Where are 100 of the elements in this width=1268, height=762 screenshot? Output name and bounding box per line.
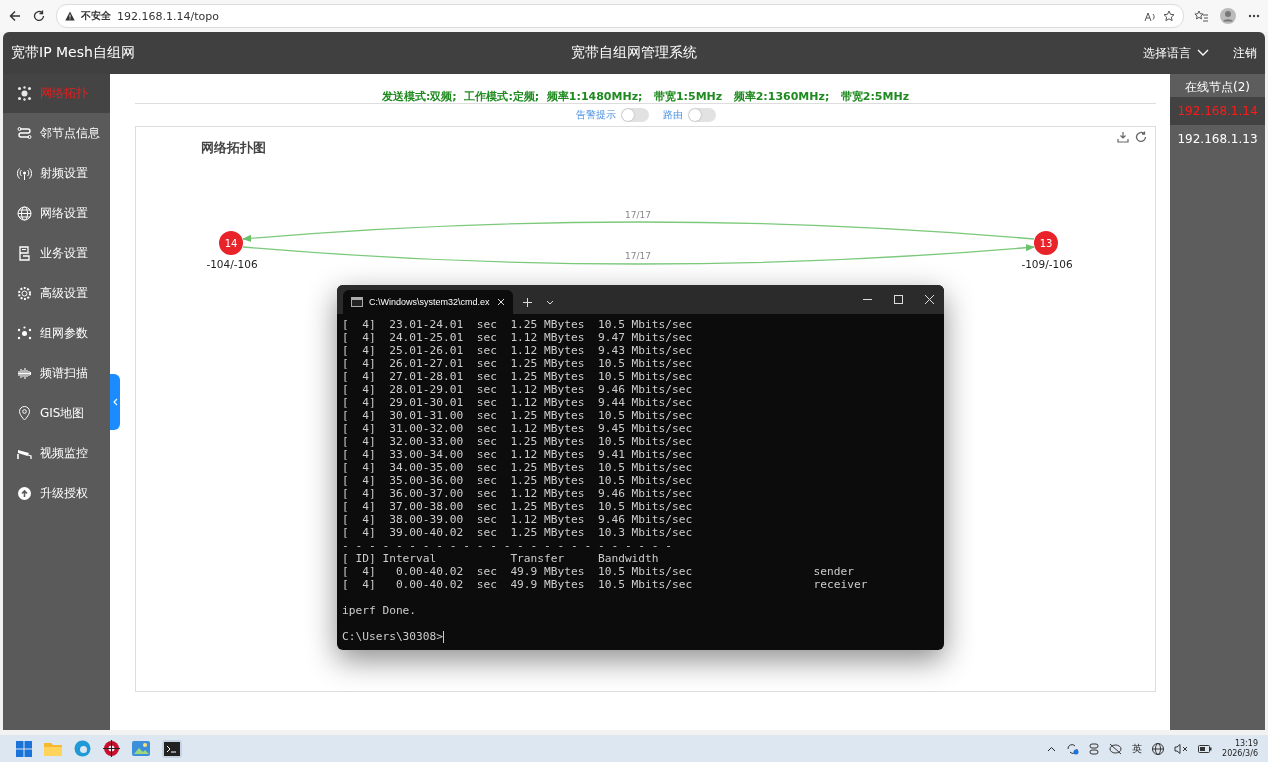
sidebar-item[interactable]: 视频监控 (3, 433, 110, 473)
battery-icon[interactable] (1198, 744, 1213, 753)
close-icon[interactable] (925, 295, 934, 304)
collapse-handle[interactable] (110, 374, 120, 430)
refresh-icon[interactable] (1135, 131, 1147, 143)
sidebar-item[interactable]: GIS地图 (3, 393, 110, 433)
sidebar-item[interactable]: 邻节点信息 (3, 113, 110, 153)
terminal-line: iperf Done. (342, 604, 418, 617)
sidebar-item[interactable]: 业务设置 (3, 233, 110, 273)
start-icon[interactable] (16, 740, 32, 757)
terminal-icon[interactable] (162, 739, 182, 758)
terminal-line: [ 4] 37.00-38.00 sec 1.25 MBytes 10.5 Mbits/sec (342, 500, 694, 513)
network-icon (17, 86, 32, 101)
address-bar[interactable]: 不安全 192.168.1.14/topo (56, 4, 1184, 28)
terminal-line: [ 4] 38.00-39.00 sec 1.12 MBytes 9.46 Mbits/sec (342, 513, 694, 526)
language-menu[interactable]: 选择语言 (1143, 44, 1209, 62)
sidebar-item[interactable]: 射频设置 (3, 153, 110, 193)
clock-date[interactable]: 2026/3/6 (1222, 748, 1258, 759)
muted-speaker-icon[interactable] (1174, 743, 1189, 754)
maximize-icon[interactable] (894, 295, 903, 304)
link-label: 17/17 (625, 210, 651, 220)
sidebar-label: GIS地图 (40, 404, 85, 422)
caret-icon[interactable] (546, 299, 554, 305)
crosshair-icon[interactable] (103, 740, 120, 757)
close-icon[interactable] (497, 298, 505, 306)
favorites-icon[interactable] (1194, 10, 1208, 22)
sidebar-item[interactable]: 组网参数 (3, 313, 110, 353)
star-icon[interactable] (1163, 10, 1175, 22)
node-item[interactable]: 192.168.1.13 (1170, 125, 1265, 153)
globe-icon (17, 205, 32, 221)
terminal-line: [ 4] 36.00-37.00 sec 1.12 MBytes 9.46 Mbits/sec (342, 487, 694, 500)
nodes-icon (17, 325, 32, 341)
terminal-line: [ 4] 0.00-40.02 sec 49.9 MBytes 10.5 Mbits/sec receiver (342, 578, 869, 591)
terminal-line: [ 4] 28.01-29.01 sec 1.12 MBytes 9.46 Mbits/sec (342, 383, 694, 396)
status-text: 发送模式:双频; 工作模式:定频; 频率1:1480MHz; 带宽1:5MHz 频率2:1360MHz; 带宽2:5MHz (135, 74, 1156, 104)
terminal-line: [ 4] 34.00-35.00 sec 1.25 MBytes 10.5 Mbits/sec (342, 461, 694, 474)
gear-icon (17, 285, 32, 301)
terminal-line: [ 4] 33.00-34.00 sec 1.12 MBytes 9.41 Mbits/sec (342, 448, 694, 461)
terminal-line: [ 4] 26.01-27.01 sec 1.25 MBytes 10.5 Mbits/sec (342, 357, 694, 370)
sidebar-item[interactable]: 频谱扫描 (3, 353, 110, 393)
toggle-label: 告警提示 (575, 108, 616, 122)
terminal-line: [ 4] 35.00-36.00 sec 1.25 MBytes 10.5 Mbits/sec (342, 474, 694, 487)
toggle-switch[interactable] (620, 108, 649, 122)
back-icon[interactable] (8, 9, 22, 23)
sidebar-label: 组网参数 (40, 324, 88, 342)
command-prompt: C:\Users\30308> (342, 630, 444, 643)
antenna-icon (17, 165, 32, 181)
network-off-icon[interactable] (1109, 742, 1123, 755)
tab-title: C:\Windows\system32\cmd.ex (369, 297, 491, 307)
diagram-title: 网络拓扑图 (201, 140, 266, 155)
read-aloud-icon[interactable] (1144, 10, 1157, 22)
network-node[interactable]: 13 (1034, 231, 1058, 255)
logout-link[interactable]: 注销 (1233, 44, 1257, 62)
sidebar-item[interactable]: 升级授权 (3, 473, 110, 513)
signal-label: -104/-106 (206, 258, 258, 270)
signal-label: -109/-106 (1021, 258, 1073, 270)
warning-icon (65, 11, 75, 21)
chevron-left-icon (112, 398, 118, 406)
sidebar-label: 升级授权 (40, 484, 88, 502)
clock-time[interactable]: 13:19 (1234, 738, 1258, 749)
terminal-line: [ 4] 30.01-31.00 sec 1.25 MBytes 10.5 Mbits/sec (342, 409, 694, 422)
sync-icon[interactable] (1066, 742, 1080, 755)
more-icon[interactable] (1248, 14, 1260, 18)
link-icon[interactable] (1089, 742, 1100, 755)
profile-icon[interactable] (1220, 8, 1236, 24)
terminal-line: [ 4] 29.01-30.01 sec 1.12 MBytes 9.44 Mbits/sec (342, 396, 694, 409)
toggle-switch[interactable] (687, 108, 716, 122)
globe-icon[interactable] (1152, 742, 1165, 755)
terminal-line: [ 4] 31.00-32.00 sec 1.12 MBytes 9.45 Mbits/sec (342, 422, 694, 435)
toggle-label: 路由 (662, 108, 683, 122)
url-text: 192.168.1.14/topo (117, 9, 219, 23)
reload-icon[interactable] (32, 9, 46, 23)
sidebar-label: 射频设置 (40, 164, 88, 182)
sidebar-label: 频谱扫描 (40, 364, 88, 382)
network-node[interactable]: 14 (219, 231, 243, 255)
route-icon (17, 125, 32, 141)
sidebar-label: 视频监控 (40, 444, 88, 462)
caret-up-icon[interactable] (1047, 745, 1057, 752)
terminal-line: - - - - - - - - - - - - - - - - - - - - - - - - - (342, 539, 674, 552)
sidebar-label: 业务设置 (40, 244, 88, 262)
browser-icon[interactable] (74, 740, 91, 757)
document-icon (17, 245, 32, 261)
terminal-tab[interactable]: C:\Windows\system32\cmd.ex (343, 290, 513, 314)
download-icon[interactable] (1117, 131, 1129, 143)
security-label: 不安全 (81, 9, 111, 23)
brand-title: 宽带IP Mesh自组网 (11, 44, 136, 62)
sidebar-label: 高级设置 (40, 284, 88, 302)
plus-icon[interactable] (523, 297, 532, 307)
terminal-line: [ ID] Interval Transfer Bandwidth (342, 552, 660, 565)
sidebar-item[interactable]: 网络设置 (3, 193, 110, 233)
input-method-indicator[interactable]: 英 (1132, 741, 1143, 756)
link-label: 17/17 (625, 251, 651, 261)
terminal-line: [ 4] 27.01-28.01 sec 1.25 MBytes 10.5 Mbits/sec (342, 370, 694, 383)
terminal-line: [ 4] 23.01-24.01 sec 1.25 MBytes 10.5 Mbits/sec (342, 318, 694, 331)
sidebar-item[interactable]: 高级设置 (3, 273, 110, 313)
language-label: 选择语言 (1143, 44, 1191, 62)
sidebar-label: 网络拓扑 (40, 85, 88, 102)
terminal-icon (351, 297, 363, 307)
terminal-line: [ 4] 25.01-26.01 sec 1.12 MBytes 9.43 Mbits/sec (342, 344, 694, 357)
system-title: 宽带自组网管理系统 (570, 44, 698, 62)
